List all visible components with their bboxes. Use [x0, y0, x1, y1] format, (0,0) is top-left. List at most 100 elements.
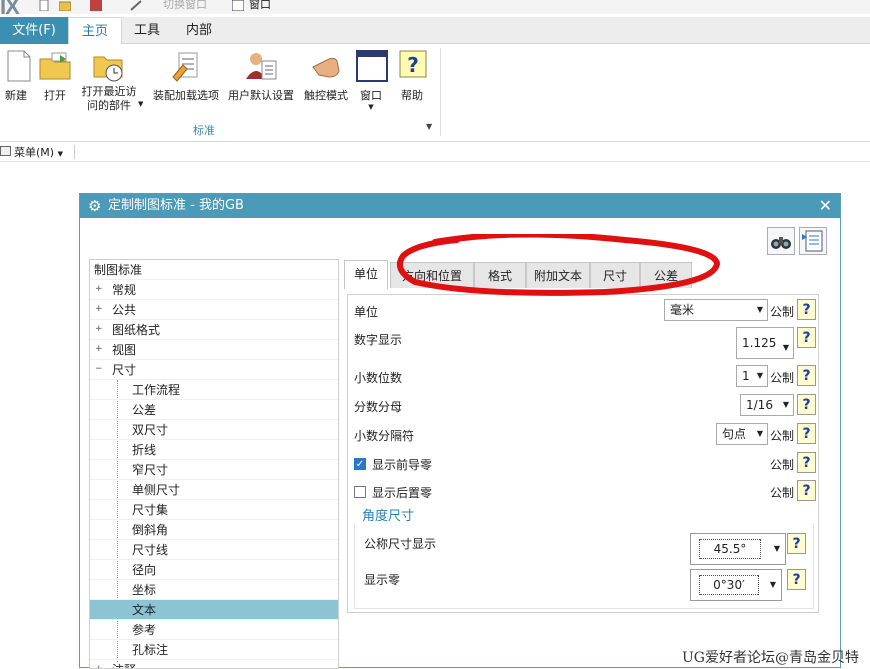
- window-menu-label[interactable]: 窗口: [249, 0, 271, 12]
- tab-orientation-location[interactable]: 方向和位置: [390, 262, 474, 288]
- help-icon[interactable]: ?: [797, 480, 816, 501]
- trailing-zeros-checkbox[interactable]: [354, 486, 366, 498]
- leading-zeros-label: 显示前导零: [372, 458, 433, 472]
- open-button[interactable]: 打开: [38, 49, 72, 103]
- user-defaults-button[interactable]: 用户默认设置: [225, 49, 297, 103]
- expand-icon: +: [95, 324, 103, 334]
- tree-child-dimension-set[interactable]: 尺寸集: [90, 500, 338, 520]
- tree-child-single-sided[interactable]: 单侧尺寸: [90, 480, 338, 500]
- menu-button[interactable]: 菜单(M) ▼: [0, 144, 63, 160]
- user-defaults-label: 用户默认设置: [228, 89, 294, 102]
- menu-separator: [74, 145, 75, 159]
- help-icon[interactable]: ?: [797, 423, 816, 444]
- help-icon[interactable]: ?: [797, 394, 816, 415]
- tree-child-dimension-line[interactable]: 尺寸线: [90, 540, 338, 560]
- tree-node-dimension[interactable]: − 尺寸: [90, 360, 338, 380]
- open-label: 打开: [44, 89, 66, 102]
- tab-tolerance[interactable]: 公差: [640, 262, 692, 288]
- tab-appended-text[interactable]: 附加文本: [526, 262, 590, 288]
- assembly-load-button[interactable]: 装配加载选项: [151, 49, 221, 103]
- help-icon[interactable]: ?: [797, 299, 816, 320]
- switch-window-label[interactable]: 切换窗口: [163, 0, 207, 12]
- new-file-icon[interactable]: [38, 0, 50, 11]
- tab-dimension[interactable]: 尺寸: [590, 262, 640, 288]
- recent-folder-icon: [93, 56, 123, 82]
- tree-child-radial[interactable]: 径向: [90, 560, 338, 580]
- standard-tree: 制图标准 + 常规 + 公共 + 图纸格式 + 视图 − 尺寸 工作流程 公差 双尺寸 折…: [89, 259, 339, 669]
- tree-child-workflow[interactable]: 工作流程: [90, 380, 338, 400]
- svg-text:?: ?: [407, 53, 419, 77]
- menu-icon: [0, 146, 11, 156]
- load-standard-button[interactable]: [799, 227, 827, 255]
- tree-child-reference[interactable]: 参考: [90, 620, 338, 640]
- save-icon[interactable]: [90, 0, 102, 11]
- dialog-title-bar[interactable]: ⚙ 定制制图标准 - 我的GB ✕: [80, 194, 840, 218]
- gear-icon: ⚙: [88, 197, 102, 215]
- tree-node-common[interactable]: + 公共: [90, 300, 338, 320]
- help-icon[interactable]: ?: [797, 452, 816, 473]
- tab-internal[interactable]: 内部: [176, 17, 222, 44]
- tab-file[interactable]: 文件(F): [0, 17, 68, 44]
- menu-bar: 菜单(M) ▼: [0, 142, 870, 162]
- show-zero-label: 显示零: [364, 573, 401, 587]
- help-icon[interactable]: ?: [787, 533, 806, 554]
- trailing-zeros-label: 显示后置零: [372, 486, 433, 500]
- help-icon[interactable]: ?: [787, 569, 806, 590]
- leading-zeros-checkbox[interactable]: ✓: [354, 458, 366, 470]
- unit-metric-label: 公制: [770, 305, 795, 319]
- new-button[interactable]: 新建: [2, 49, 31, 103]
- tab-format[interactable]: 格式: [474, 262, 526, 288]
- leading-zeros-metric-label: 公制: [770, 458, 795, 472]
- tree-child-text[interactable]: 文本: [90, 600, 338, 620]
- tab-units[interactable]: 单位: [344, 260, 388, 289]
- unit-select[interactable]: 毫米 ▼: [664, 299, 768, 321]
- find-button[interactable]: [767, 227, 795, 255]
- window-icon[interactable]: [232, 0, 244, 11]
- tree-child-broken-line[interactable]: 折线: [90, 440, 338, 460]
- close-icon[interactable]: ✕: [819, 194, 832, 218]
- recent-dropdown-icon[interactable]: ▼: [138, 100, 143, 108]
- tab-tools[interactable]: 工具: [124, 17, 170, 44]
- tab-home[interactable]: 主页: [68, 17, 122, 45]
- open-folder-icon: [39, 52, 71, 80]
- group-expand-icon[interactable]: ▼: [426, 122, 432, 131]
- touch-mode-label: 触控模式: [304, 89, 348, 102]
- tree-node-general[interactable]: + 常规: [90, 280, 338, 300]
- decimal-display-select[interactable]: 1.125 ▼: [736, 327, 794, 359]
- tree-child-ordinate[interactable]: 坐标: [90, 580, 338, 600]
- tree-child-hole-callout[interactable]: 孔标注: [90, 640, 338, 660]
- window-button[interactable]: 窗口 ▼: [355, 49, 388, 111]
- nominal-angle-select[interactable]: 45.5° ▼: [690, 533, 786, 565]
- tree-child-chamfer[interactable]: 倒斜角: [90, 520, 338, 540]
- help-icon[interactable]: ?: [797, 365, 816, 386]
- touch-mode-button[interactable]: 触控模式: [302, 49, 350, 103]
- tree-node-view[interactable]: + 视图: [90, 340, 338, 360]
- tree-root[interactable]: 制图标准: [90, 260, 338, 280]
- decimal-places-select[interactable]: 1 ▼: [736, 365, 768, 387]
- fraction-denominator-row: 分数分母 1/16 ▼ ?: [348, 394, 818, 420]
- assembly-load-label: 装配加载选项: [153, 89, 219, 102]
- chevron-down-icon: ▼: [756, 305, 763, 314]
- nominal-angle-row: 公称尺寸显示 45.5° ▼ ?: [348, 531, 818, 567]
- units-panel: 单位 毫米 ▼ 公制 ? 数字显示 1.125 ▼ ? 小数位数 1 ▼ 公制 ? 分…: [347, 294, 819, 613]
- chevron-down-icon: ▼: [769, 580, 776, 589]
- open-recent-label: 打开最近访问的部件: [81, 85, 137, 112]
- open-recent-button[interactable]: 打开最近访问的部件: [78, 49, 140, 113]
- chevron-down-icon: ▼: [756, 371, 763, 380]
- fraction-denominator-select[interactable]: 1/16 ▼: [740, 394, 794, 416]
- brush-icon[interactable]: [130, 0, 142, 11]
- tree-child-narrow[interactable]: 窄尺寸: [90, 460, 338, 480]
- ribbon-tab-row: 文件(F) 主页 工具 内部: [0, 17, 870, 45]
- decimal-separator-select[interactable]: 句点 ▼: [716, 423, 768, 445]
- help-icon[interactable]: ?: [797, 327, 816, 348]
- show-zero-select[interactable]: 0°30′ ▼: [690, 569, 782, 601]
- decimal-separator-row: 小数分隔符 句点 ▼ 公制 ?: [348, 423, 818, 449]
- tree-node-sheet-format[interactable]: + 图纸格式: [90, 320, 338, 340]
- tree-child-dual-dimension[interactable]: 双尺寸: [90, 420, 338, 440]
- decimal-display-row: 数字显示 1.125 ▼ ?: [348, 327, 818, 363]
- help-button[interactable]: ? 帮助: [396, 49, 428, 103]
- tree-child-tolerance[interactable]: 公差: [90, 400, 338, 420]
- open-folder-icon[interactable]: [59, 0, 71, 11]
- decimal-separator-label: 小数分隔符: [354, 429, 415, 443]
- expand-icon: +: [95, 344, 103, 354]
